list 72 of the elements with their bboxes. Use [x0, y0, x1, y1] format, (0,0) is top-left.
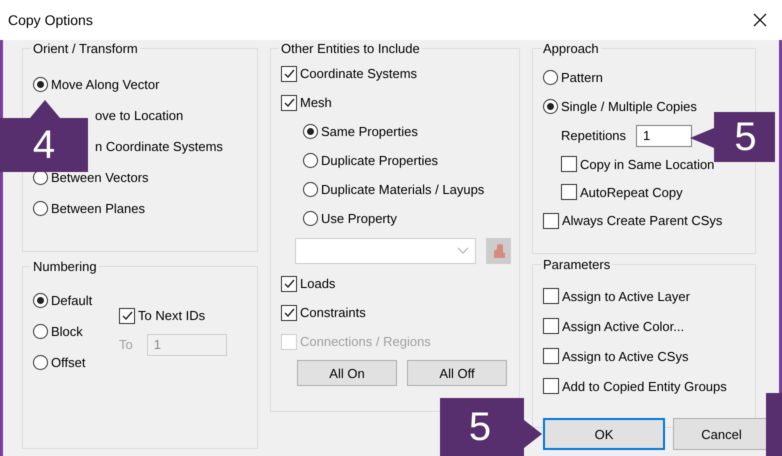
- group-title: Numbering: [31, 259, 99, 274]
- option-label: Block: [51, 324, 83, 339]
- option-label: Coordinate Systems: [300, 66, 418, 81]
- option-label: Single / Multiple Copies: [561, 99, 697, 114]
- checkbox[interactable]: [281, 276, 297, 292]
- radio-button[interactable]: [303, 182, 318, 197]
- group-title: Other Entities to Include: [279, 41, 422, 56]
- dialog-button[interactable]: OK: [543, 418, 665, 450]
- radio-button[interactable]: [543, 99, 558, 114]
- checkbox[interactable]: [281, 94, 297, 110]
- callout-number: 5: [734, 117, 757, 157]
- option-label: ove to Location: [95, 108, 184, 123]
- checkbox[interactable]: [561, 184, 577, 200]
- input-field[interactable]: 1: [636, 124, 692, 146]
- radio-button[interactable]: [33, 293, 48, 308]
- option-label: Duplicate Properties: [321, 153, 438, 168]
- checkmark-icon: [284, 278, 294, 289]
- checkmark-icon: [122, 310, 132, 321]
- group-title: Parameters: [541, 257, 612, 272]
- toggle-all-button[interactable]: All On: [297, 360, 397, 386]
- option-label: Offset: [51, 355, 86, 370]
- field-label: To: [119, 337, 133, 352]
- checkbox[interactable]: [543, 348, 559, 364]
- radio-button[interactable]: [303, 124, 318, 139]
- checkbox[interactable]: [119, 308, 135, 324]
- option-label: Use Property: [321, 211, 397, 226]
- chevron-icon: [457, 247, 470, 255]
- option-label: Duplicate Materials / Layups: [321, 182, 484, 197]
- radio-button[interactable]: [33, 201, 48, 216]
- option-label: n Coordinate Systems: [95, 139, 223, 154]
- radio-button[interactable]: [33, 324, 48, 339]
- checkbox[interactable]: [281, 304, 297, 320]
- option-label: Default: [51, 293, 92, 308]
- option-label: AutoRepeat Copy: [580, 184, 683, 200]
- field-label: Repetitions: [561, 128, 626, 143]
- option-label: Constraints: [300, 305, 366, 320]
- group-title: Orient / Transform: [31, 41, 140, 56]
- checkbox[interactable]: [281, 66, 297, 82]
- radio-button[interactable]: [303, 153, 318, 168]
- checkbox[interactable]: [543, 288, 559, 304]
- checkbox[interactable]: [543, 318, 559, 334]
- option-label: Assign to Active Layer: [562, 288, 690, 304]
- group-title: Approach: [541, 41, 601, 56]
- checkmark-icon: [284, 307, 294, 318]
- radio-button[interactable]: [33, 77, 48, 92]
- toggle-all-button[interactable]: All Off: [407, 360, 507, 386]
- option-label: Move Along Vector: [51, 77, 160, 92]
- option-label: Assign to Active CSys: [562, 348, 688, 364]
- option-label: Always Create Parent CSys: [562, 213, 722, 228]
- checkbox[interactable]: [543, 212, 559, 228]
- option-label: Loads: [300, 276, 336, 291]
- checkmark-icon: [284, 68, 294, 79]
- checkbox[interactable]: [543, 378, 559, 394]
- callout-number: 5: [468, 407, 492, 447]
- option-label: Connections / Regions: [300, 334, 431, 349]
- option-label: To Next IDs: [138, 308, 206, 323]
- callout-badge: [766, 393, 782, 456]
- radio-button[interactable]: [303, 211, 318, 226]
- checkbox[interactable]: [561, 156, 577, 172]
- option-label: Between Planes: [51, 201, 145, 216]
- option-label: Pattern: [561, 70, 603, 85]
- option-label: Same Properties: [321, 124, 418, 139]
- window-title: Copy Options: [8, 12, 93, 28]
- option-label: Mesh: [300, 95, 332, 110]
- radio-button[interactable]: [543, 70, 558, 85]
- option-label: Between Vectors: [51, 170, 149, 185]
- callout-number: 4: [32, 125, 56, 165]
- option-label: Add to Copied Entity Groups: [562, 378, 727, 394]
- radio-button[interactable]: [33, 355, 48, 370]
- checkmark-icon: [284, 97, 294, 108]
- option-label: Assign Active Color...: [562, 318, 684, 334]
- option-label: Copy in Same Location: [580, 156, 714, 172]
